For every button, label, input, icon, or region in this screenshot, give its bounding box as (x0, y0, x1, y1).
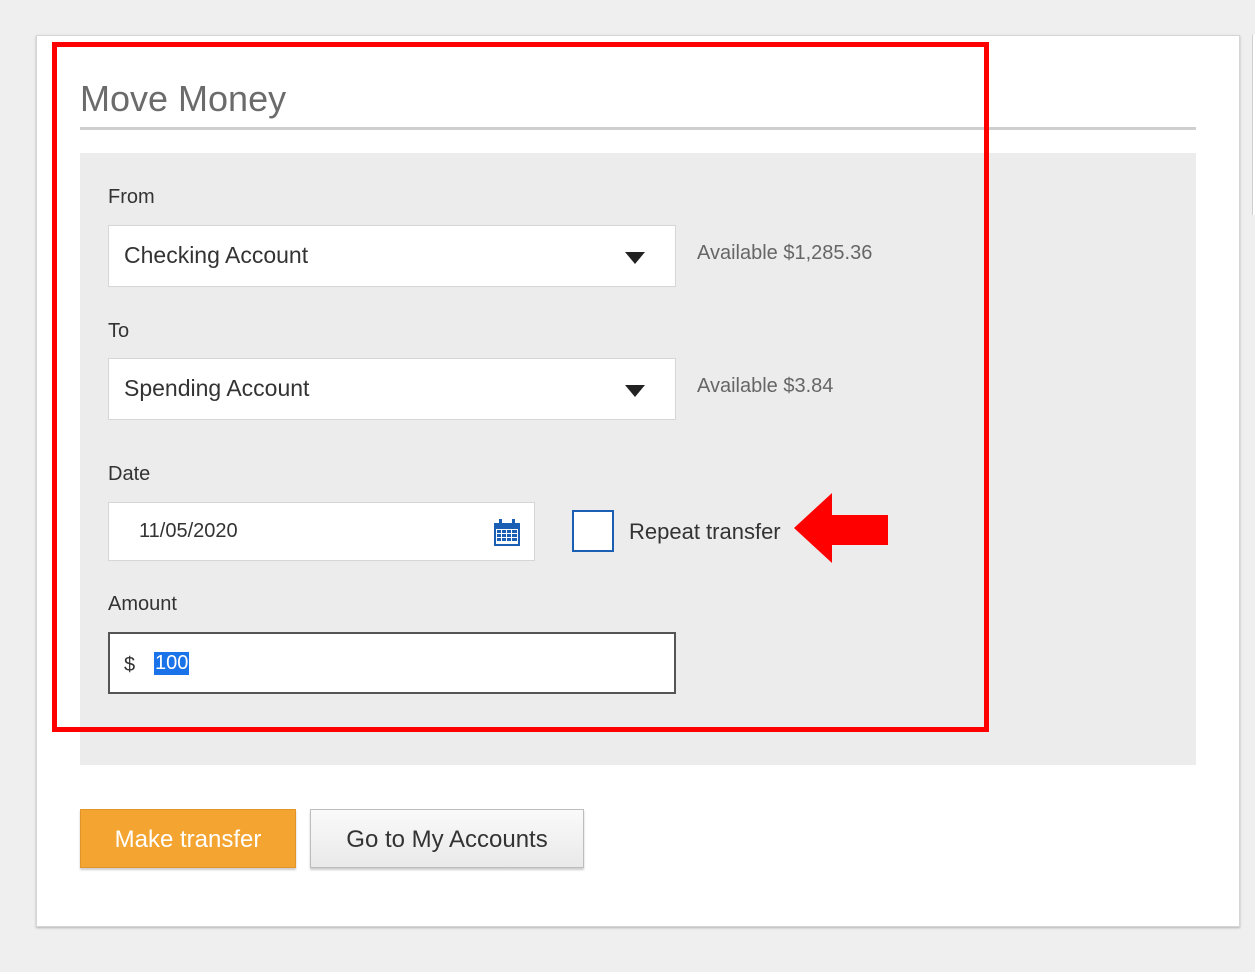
amount-value: 100 (154, 652, 190, 675)
to-account-value: Spending Account (124, 375, 310, 401)
amount-input[interactable]: $ 100 (108, 632, 676, 694)
date-label: Date (108, 463, 151, 485)
currency-symbol: $ (124, 654, 136, 676)
title-divider (80, 127, 1196, 130)
from-account-value: Checking Account (124, 242, 309, 268)
chevron-down-icon (625, 252, 645, 264)
to-account-select[interactable]: Spending Account (108, 358, 676, 420)
from-account-select[interactable]: Checking Account (108, 225, 676, 287)
amount-label: Amount (108, 593, 177, 615)
from-available-balance: Available $1,285.36 (697, 242, 873, 264)
to-available-balance: Available $3.84 (697, 375, 834, 397)
repeat-transfer-label[interactable]: Repeat transfer (629, 519, 781, 545)
page-title: Move Money (80, 78, 287, 119)
calendar-icon[interactable] (493, 519, 521, 547)
date-value: 11/05/2020 (139, 520, 238, 542)
repeat-transfer-checkbox[interactable] (572, 510, 614, 552)
make-transfer-button[interactable]: Make transfer (80, 809, 296, 868)
to-label: To (108, 320, 130, 342)
chevron-down-icon (625, 385, 645, 397)
date-field[interactable]: 11/05/2020 (108, 502, 535, 561)
arrow-left-icon (794, 493, 888, 563)
from-label: From (108, 186, 155, 208)
go-to-my-accounts-button[interactable]: Go to My Accounts (310, 809, 584, 868)
